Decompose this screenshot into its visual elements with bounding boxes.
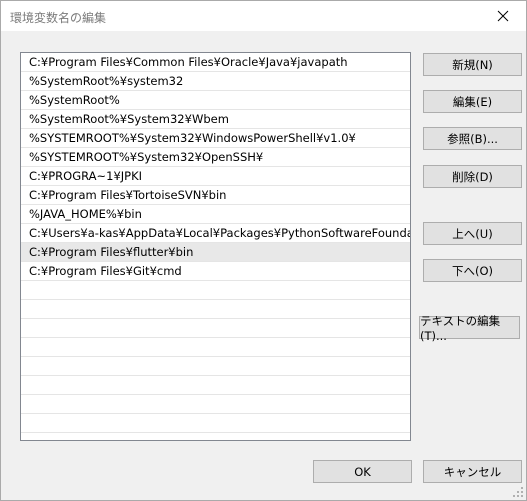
empty-list-row [21, 319, 410, 338]
resize-grip-icon[interactable] [512, 486, 524, 498]
empty-list-row [21, 300, 410, 319]
ok-button[interactable]: OK [313, 460, 412, 483]
close-button[interactable] [480, 1, 526, 31]
move-down-button[interactable]: 下へ(O) [423, 259, 522, 282]
list-item[interactable]: %JAVA_HOME%¥bin [21, 205, 410, 224]
move-up-button[interactable]: 上へ(U) [423, 222, 522, 245]
empty-list-row [21, 281, 410, 300]
path-list[interactable]: C:¥Program Files¥Common Files¥Oracle¥Jav… [20, 52, 411, 441]
list-item[interactable]: %SYSTEMROOT%¥System32¥WindowsPowerShell¥… [21, 129, 410, 148]
edit-text-button[interactable]: テキストの編集(T)... [419, 314, 520, 343]
edit-button[interactable]: 編集(E) [423, 90, 522, 113]
list-item[interactable]: C:¥Users¥a-kas¥AppData¥Local¥Packages¥Py… [21, 224, 410, 243]
list-item[interactable]: %SYSTEMROOT%¥System32¥OpenSSH¥ [21, 148, 410, 167]
dialog-title: 環境変数名の編集 [10, 11, 107, 25]
delete-button[interactable]: 削除(D) [423, 165, 522, 188]
list-item[interactable]: C:¥PROGRA~1¥JPKI [21, 167, 410, 186]
list-item[interactable]: %SystemRoot% [21, 91, 410, 110]
browse-button[interactable]: 参照(B)... [423, 127, 522, 150]
list-item[interactable]: C:¥Program Files¥TortoiseSVN¥bin [21, 186, 410, 205]
list-item[interactable]: %SystemRoot%¥System32¥Wbem [21, 110, 410, 129]
title-bar: 環境変数名の編集 [1, 1, 526, 31]
list-item[interactable]: C:¥Program Files¥flutter¥bin [21, 243, 410, 262]
empty-list-row [21, 395, 410, 414]
list-item[interactable]: %SystemRoot%¥system32 [21, 72, 410, 91]
new-button[interactable]: 新規(N) [423, 53, 522, 76]
list-item[interactable]: C:¥Program Files¥Common Files¥Oracle¥Jav… [21, 53, 410, 72]
empty-list-row [21, 414, 410, 433]
empty-list-row [21, 376, 410, 395]
empty-list-row [21, 357, 410, 376]
close-icon [497, 10, 509, 22]
list-item[interactable]: C:¥Program Files¥Git¥cmd [21, 262, 410, 281]
cancel-button[interactable]: キャンセル [423, 460, 522, 483]
empty-list-row [21, 338, 410, 357]
edit-env-var-dialog: 環境変数名の編集 C:¥Program Files¥Common Files¥O… [0, 0, 527, 501]
